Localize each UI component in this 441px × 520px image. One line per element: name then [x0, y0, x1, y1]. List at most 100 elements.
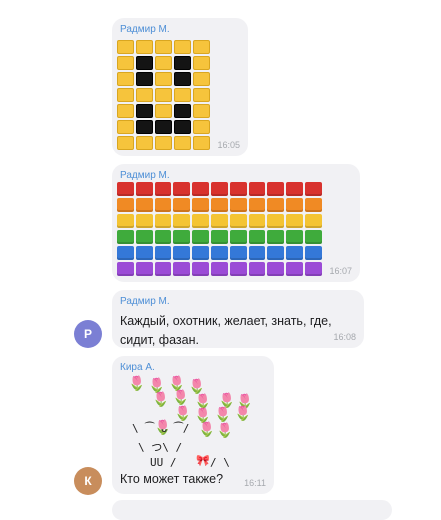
yellow-square-emoji	[155, 56, 172, 70]
black-square-emoji	[174, 56, 191, 70]
color-square-emoji	[210, 246, 228, 260]
color-square-emoji	[229, 262, 247, 276]
message-time: 16:05	[217, 140, 240, 150]
yellow-square-emoji	[136, 88, 153, 102]
yellow-square-emoji	[117, 88, 134, 102]
cherry-blossom-icon: 🌷	[214, 406, 232, 422]
color-square-emoji	[210, 182, 228, 196]
color-square-emoji	[267, 198, 285, 212]
message-text: Каждый, охотник, желает, знать, где, сид…	[120, 312, 332, 350]
yellow-square-emoji	[193, 56, 210, 70]
cherry-blossom-icon: 🌷	[174, 405, 192, 421]
message-bubble-partial[interactable]	[112, 500, 392, 520]
color-square-emoji	[267, 246, 285, 260]
color-square-emoji	[248, 182, 266, 196]
color-square-emoji	[286, 246, 303, 260]
black-square-emoji	[174, 104, 191, 118]
emoji-rainbow-grid	[117, 182, 322, 276]
cherry-blossom-icon: 🌷	[152, 391, 170, 407]
color-square-emoji	[229, 230, 247, 244]
sender-name[interactable]: Радмир М.	[120, 24, 170, 35]
chat-screen: { "messages": [ {"sender": "Радмир М.", …	[0, 0, 441, 520]
black-square-emoji	[136, 120, 153, 134]
color-square-emoji	[135, 214, 153, 228]
color-square-emoji	[117, 230, 134, 244]
color-square-emoji	[210, 230, 228, 244]
cherry-blossom-icon: 🌷	[234, 405, 252, 421]
sender-name[interactable]: Радмир М.	[120, 296, 170, 307]
color-square-emoji	[248, 230, 266, 244]
yellow-square-emoji	[117, 56, 134, 70]
color-square-emoji	[248, 214, 266, 228]
color-square-emoji	[229, 198, 247, 212]
color-square-emoji	[117, 214, 134, 228]
avatar-letter: Р	[83, 327, 92, 341]
color-square-emoji	[267, 262, 285, 276]
color-square-emoji	[267, 214, 285, 228]
color-square-emoji	[267, 182, 285, 196]
color-square-emoji	[154, 262, 172, 276]
yellow-square-emoji	[155, 88, 172, 102]
avatar[interactable]: Р	[74, 320, 102, 348]
cherry-blossom-icon: 🌷	[128, 375, 146, 391]
color-square-emoji	[192, 262, 209, 276]
color-square-emoji	[117, 262, 134, 276]
yellow-square-emoji	[193, 40, 210, 54]
cherry-blossom-icon: 🌷	[148, 377, 166, 393]
avatar-letter: К	[84, 474, 92, 488]
color-square-emoji	[286, 182, 303, 196]
color-square-emoji	[135, 246, 153, 260]
cherry-blossom-icon: 🌷	[168, 375, 186, 391]
yellow-square-emoji	[193, 88, 210, 102]
yellow-square-emoji	[193, 136, 210, 150]
cherry-blossom-icon: 🌷	[218, 392, 236, 408]
message-bubble-4[interactable]: Кира А. 🌷 🌷 🌷 🌷 🌷 🌷 🌷 🌷 🌷 🌷 🌷 🌷 🌷 🌷 🌷 🌷 \ ⁀ ᴗ ⁀/ \ つ\ /…	[112, 356, 274, 494]
color-square-emoji	[304, 262, 322, 276]
color-square-emoji	[173, 230, 191, 244]
color-square-emoji	[117, 182, 134, 196]
ribbon-icon: 🎀	[196, 455, 210, 467]
color-square-emoji	[135, 198, 153, 212]
color-square-emoji	[229, 246, 247, 260]
cherry-blossom-icon: 🌷	[216, 422, 234, 438]
avatar[interactable]: К	[74, 467, 102, 495]
color-square-emoji	[229, 214, 247, 228]
color-square-emoji	[210, 214, 228, 228]
black-square-emoji	[155, 120, 172, 134]
color-square-emoji	[154, 198, 172, 212]
message-text-line: сидит, фазан.	[120, 333, 199, 347]
color-square-emoji	[248, 246, 266, 260]
yellow-square-emoji	[155, 104, 172, 118]
yellow-square-emoji	[117, 120, 134, 134]
color-square-emoji	[304, 198, 322, 212]
color-square-emoji	[135, 182, 153, 196]
color-square-emoji	[267, 230, 285, 244]
message-bubble-2[interactable]: Радмир М. 16:07	[112, 164, 360, 282]
cherry-blossom-icon: 🌷	[194, 393, 212, 409]
color-square-emoji	[192, 198, 209, 212]
color-square-emoji	[154, 182, 172, 196]
sender-name[interactable]: Кира А.	[120, 362, 155, 373]
message-text: Кто может также?	[120, 472, 224, 486]
color-square-emoji	[173, 182, 191, 196]
ascii-art-line: / \	[210, 456, 230, 469]
message-time: 16:07	[329, 266, 352, 276]
yellow-square-emoji	[136, 40, 153, 54]
sender-name[interactable]: Радмир М.	[120, 170, 170, 181]
color-square-emoji	[210, 262, 228, 276]
color-square-emoji	[192, 246, 209, 260]
color-square-emoji	[286, 262, 303, 276]
color-square-emoji	[192, 230, 209, 244]
emoji-face-grid	[117, 40, 210, 150]
black-square-emoji	[136, 104, 153, 118]
yellow-square-emoji	[174, 88, 191, 102]
color-square-emoji	[286, 230, 303, 244]
color-square-emoji	[154, 214, 172, 228]
yellow-square-emoji	[155, 40, 172, 54]
yellow-square-emoji	[193, 120, 210, 134]
color-square-emoji	[173, 246, 191, 260]
message-bubble-1[interactable]: Радмир М. 16:05	[112, 18, 248, 156]
black-square-emoji	[136, 56, 153, 70]
color-square-emoji	[304, 214, 322, 228]
message-bubble-3[interactable]: Радмир М. Каждый, охотник, желает, знать…	[112, 290, 364, 348]
